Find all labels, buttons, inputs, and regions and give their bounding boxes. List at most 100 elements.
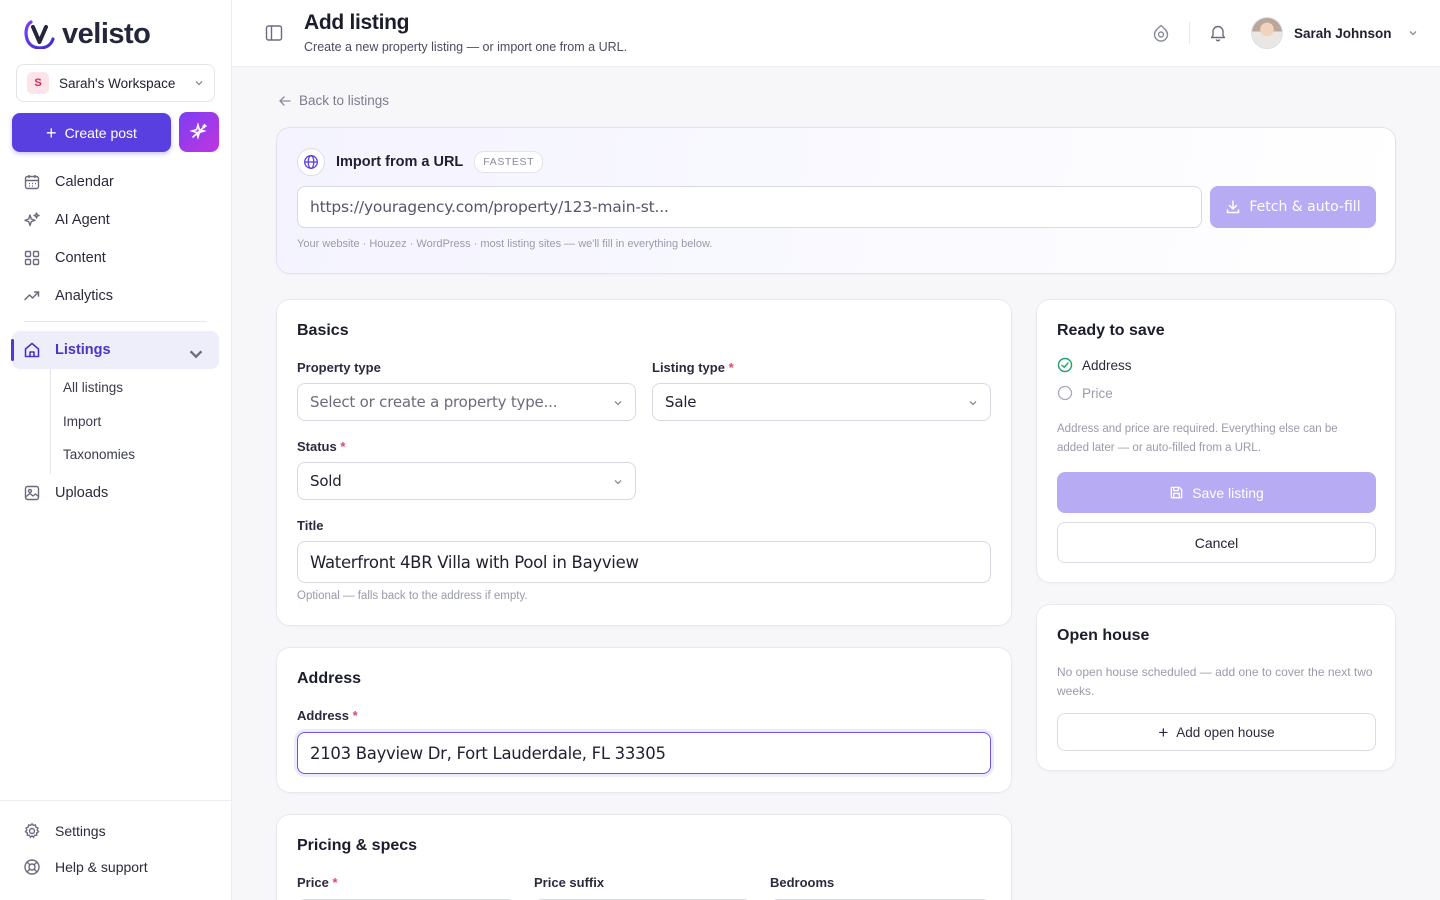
sidebar-item-uploads[interactable]: Uploads <box>12 474 219 512</box>
check-item-address: Address <box>1057 357 1132 373</box>
main-nav: Calendar AI Agent Content Analytics List… <box>11 163 219 512</box>
address-card: Address Address * 2103 Bayview Dr, Fort … <box>276 647 1012 793</box>
plus-icon: + <box>46 122 57 143</box>
sidebar-toggle-icon[interactable] <box>264 23 284 43</box>
ready-to-save-card: Ready to save Address Price Address and … <box>1036 299 1396 583</box>
sidebar-item-label: Analytics <box>55 288 114 304</box>
ai-magic-button[interactable] <box>179 112 219 152</box>
fetch-autofill-button[interactable]: Fetch & auto-fill <box>1210 186 1376 228</box>
pricing-title: Pricing & specs <box>297 837 418 854</box>
gear-icon <box>24 822 40 839</box>
chevron-down-icon <box>195 81 203 86</box>
property-type-label: Property type <box>297 360 381 375</box>
subnav-item-import[interactable]: Import <box>63 405 219 439</box>
sidebar-item-content[interactable]: Content <box>12 239 219 277</box>
sidebar-item-ai-agent[interactable]: AI Agent <box>12 201 219 239</box>
brand-logo[interactable]: velisto <box>24 17 151 50</box>
velisto-logo-icon <box>24 20 55 49</box>
add-open-house-button[interactable]: + Add open house <box>1057 713 1376 751</box>
fetch-button-label: Fetch & auto-fill <box>1249 199 1361 215</box>
page-title: Add listing <box>304 11 410 34</box>
subnav-item-all-listings[interactable]: All listings <box>63 371 219 405</box>
workspace-switcher[interactable]: S Sarah's Workspace <box>16 64 215 102</box>
check-circle-icon <box>1057 357 1073 373</box>
status-label: Status * <box>297 439 345 454</box>
sidebar-footer: Settings Help & support <box>0 800 231 885</box>
avatar <box>1251 17 1283 49</box>
address-input[interactable]: 2103 Bayview Dr, Fort Lauderdale, FL 333… <box>297 732 991 774</box>
price-suffix-label-text: Price suffix <box>534 875 605 890</box>
sidebar-item-calendar[interactable]: Calendar <box>12 163 219 201</box>
listing-type-value: Sale <box>665 393 697 411</box>
empty-circle-icon <box>1057 385 1073 401</box>
theme-icon[interactable] <box>1151 23 1171 43</box>
home-icon <box>24 342 40 358</box>
import-title: Import from a URL <box>336 154 464 170</box>
create-post-button[interactable]: + Create post <box>12 113 171 152</box>
check-item-price: Price <box>1057 385 1113 401</box>
status-select[interactable]: Sold <box>297 462 636 500</box>
ready-title: Ready to save <box>1057 322 1165 339</box>
status-label-text: Status <box>297 439 337 454</box>
bedrooms-label: Bedrooms <box>770 875 834 890</box>
property-type-select[interactable]: Select or create a property type... <box>297 383 636 421</box>
subnav-item-taxonomies[interactable]: Taxonomies <box>63 438 219 472</box>
sidebar-item-listings[interactable]: Listings <box>11 331 219 369</box>
sidebar-item-settings[interactable]: Settings <box>12 813 219 849</box>
trend-icon <box>24 291 40 301</box>
open-house-title: Open house <box>1057 627 1150 644</box>
sidebar-item-label: AI Agent <box>55 212 110 228</box>
basics-title: Basics <box>297 322 349 339</box>
download-icon <box>1227 200 1240 214</box>
title-hint: Optional — falls back to the address if … <box>297 590 528 602</box>
cancel-button[interactable]: Cancel <box>1057 522 1376 563</box>
workspace-avatar: S <box>27 72 49 94</box>
globe-icon-wrap <box>297 148 325 176</box>
sidebar-item-analytics[interactable]: Analytics <box>12 277 219 315</box>
top-bar: Add listing Create a new property listin… <box>232 0 1440 67</box>
address-label-text: Address <box>297 708 350 723</box>
sidebar-item-help[interactable]: Help & support <box>12 849 219 885</box>
import-hint: Your website · Houzez · WordPress · most… <box>297 238 713 250</box>
back-to-listings-link[interactable]: Back to listings <box>278 93 389 108</box>
globe-icon <box>304 155 318 169</box>
property-type-placeholder: Select or create a property type... <box>310 393 558 411</box>
check-label: Price <box>1082 385 1113 401</box>
calendar-icon <box>24 175 40 190</box>
brand-name: velisto <box>62 17 151 50</box>
chevron-down-icon <box>969 401 977 406</box>
back-link-label: Back to listings <box>299 93 390 108</box>
chevron-down-icon <box>614 401 622 406</box>
page-subtitle: Create a new property listing — or impor… <box>304 40 628 54</box>
user-name: Sarah Johnson <box>1294 25 1392 41</box>
address-label: Address * <box>297 708 358 723</box>
workspace-name: Sarah's Workspace <box>59 75 176 91</box>
sidebar-item-label: Settings <box>55 823 106 839</box>
open-house-note: No open house scheduled — add one to cov… <box>1057 665 1373 698</box>
grid-icon <box>24 250 40 266</box>
bell-icon[interactable] <box>1208 23 1228 43</box>
import-url-input[interactable]: https://youragency.com/property/123-main… <box>297 186 1202 228</box>
price-label: Price * <box>297 875 338 890</box>
address-title: Address <box>297 670 362 687</box>
user-menu[interactable]: Sarah Johnson <box>1251 17 1418 49</box>
plus-icon: + <box>1158 722 1169 742</box>
add-open-house-label: Add open house <box>1176 724 1275 740</box>
topbar-divider <box>1189 22 1190 44</box>
save-listing-button[interactable]: Save listing <box>1057 472 1376 513</box>
nav-divider <box>24 321 207 322</box>
magic-sparkle-icon <box>189 122 207 140</box>
ready-note: Address and price are required. Everythi… <box>1057 423 1338 454</box>
title-input[interactable]: Waterfront 4BR Villa with Pool in Bayvie… <box>297 541 991 583</box>
sidebar-item-label: Listings <box>55 342 111 358</box>
sidebar: velisto S Sarah's Workspace + Create pos… <box>0 0 232 900</box>
listing-type-select[interactable]: Sale <box>652 383 991 421</box>
save-icon <box>1170 486 1183 499</box>
chevron-down-icon <box>189 350 203 359</box>
listing-type-label: Listing type * <box>652 360 734 375</box>
listings-subnav: All listings Import Taxonomies <box>50 369 219 474</box>
listing-type-label-text: Listing type <box>652 360 725 375</box>
price-suffix-label: Price suffix <box>534 875 604 890</box>
required-mark: * <box>340 439 346 454</box>
import-url-card: Import from a URL FASTEST https://yourag… <box>276 127 1396 274</box>
